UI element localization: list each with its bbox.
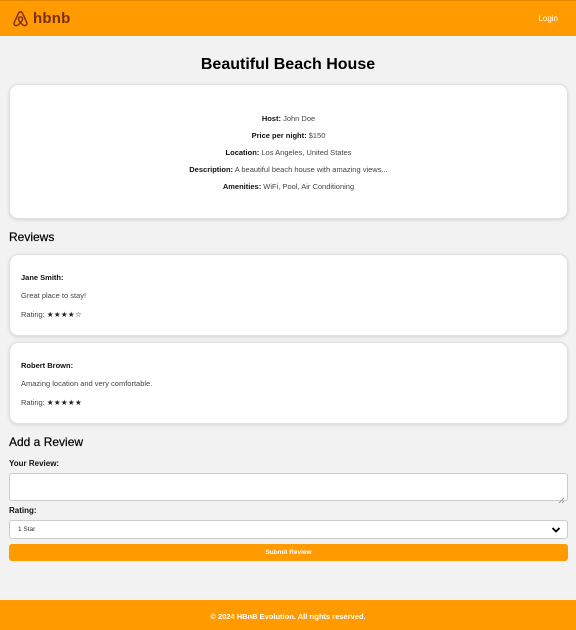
footer-text: © 2024 HBnB Evolution. All rights reserv… (210, 612, 366, 621)
price-row: Price per night: $150 (10, 131, 567, 140)
review-comment: Amazing location and very comfortable. (21, 379, 153, 388)
location-row: Location: Los Angeles, United States (10, 148, 567, 157)
description-value: A beautiful beach house with amazing vie… (234, 165, 388, 174)
reviews-heading: Reviews (9, 230, 55, 244)
review-rating: Rating: ★★★★★ (21, 398, 82, 407)
host-row: Host: John Doe (10, 114, 567, 123)
chevron-down-icon (551, 525, 561, 542)
rating-selected-value: 1 Star (18, 526, 36, 533)
star-rating-icon: ★★★★☆ (46, 310, 82, 319)
review-card: Robert Brown: Amazing location and very … (9, 342, 568, 424)
add-review-heading: Add a Review (9, 435, 84, 449)
amenities-label: Amenities: (222, 182, 262, 191)
price-value: $150 (308, 131, 326, 140)
host-value: John Doe (283, 114, 316, 123)
review-textarea[interactable] (9, 473, 568, 501)
amenities-row: Amenities: WiFi, Pool, Air Conditioning (10, 182, 567, 191)
airbnb-logo-icon (11, 9, 30, 28)
review-text-label: Your Review: (9, 459, 60, 468)
amenities-value: WiFi, Pool, Air Conditioning (263, 182, 355, 191)
review-card: Jane Smith: Great place to stay! Rating:… (9, 254, 568, 336)
review-author: Jane Smith: (21, 273, 64, 282)
host-label: Host: (261, 114, 281, 123)
star-rating-icon: ★★★★★ (46, 398, 82, 407)
review-rating: Rating: ★★★★☆ (21, 310, 82, 319)
description-row: Description: A beautiful beach house wit… (10, 165, 567, 174)
submit-review-button[interactable]: Submit Review (9, 544, 568, 561)
logo-text: hbnb (33, 10, 71, 27)
logo[interactable]: hbnb (11, 9, 70, 28)
location-label: Location: (225, 148, 260, 157)
location-value: Los Angeles, United States (261, 148, 352, 157)
review-author: Robert Brown: (21, 361, 74, 370)
rating-select[interactable]: 1 Star (9, 520, 568, 539)
site-header: hbnb Login (0, 0, 576, 36)
page-title: Beautiful Beach House (200, 56, 376, 73)
rating-label: Rating: (21, 398, 45, 407)
resize-handle-icon[interactable] (558, 491, 565, 504)
price-label: Price per night: (251, 131, 307, 140)
rating-field-label: Rating: (9, 506, 37, 515)
login-link[interactable]: Login (538, 14, 558, 23)
site-footer: © 2024 HBnB Evolution. All rights reserv… (0, 600, 576, 630)
review-comment: Great place to stay! (21, 291, 87, 300)
rating-label: Rating: (21, 310, 45, 319)
place-details-card: Host: John Doe Price per night: $150 Loc… (9, 84, 568, 219)
description-label: Description: (189, 165, 234, 174)
